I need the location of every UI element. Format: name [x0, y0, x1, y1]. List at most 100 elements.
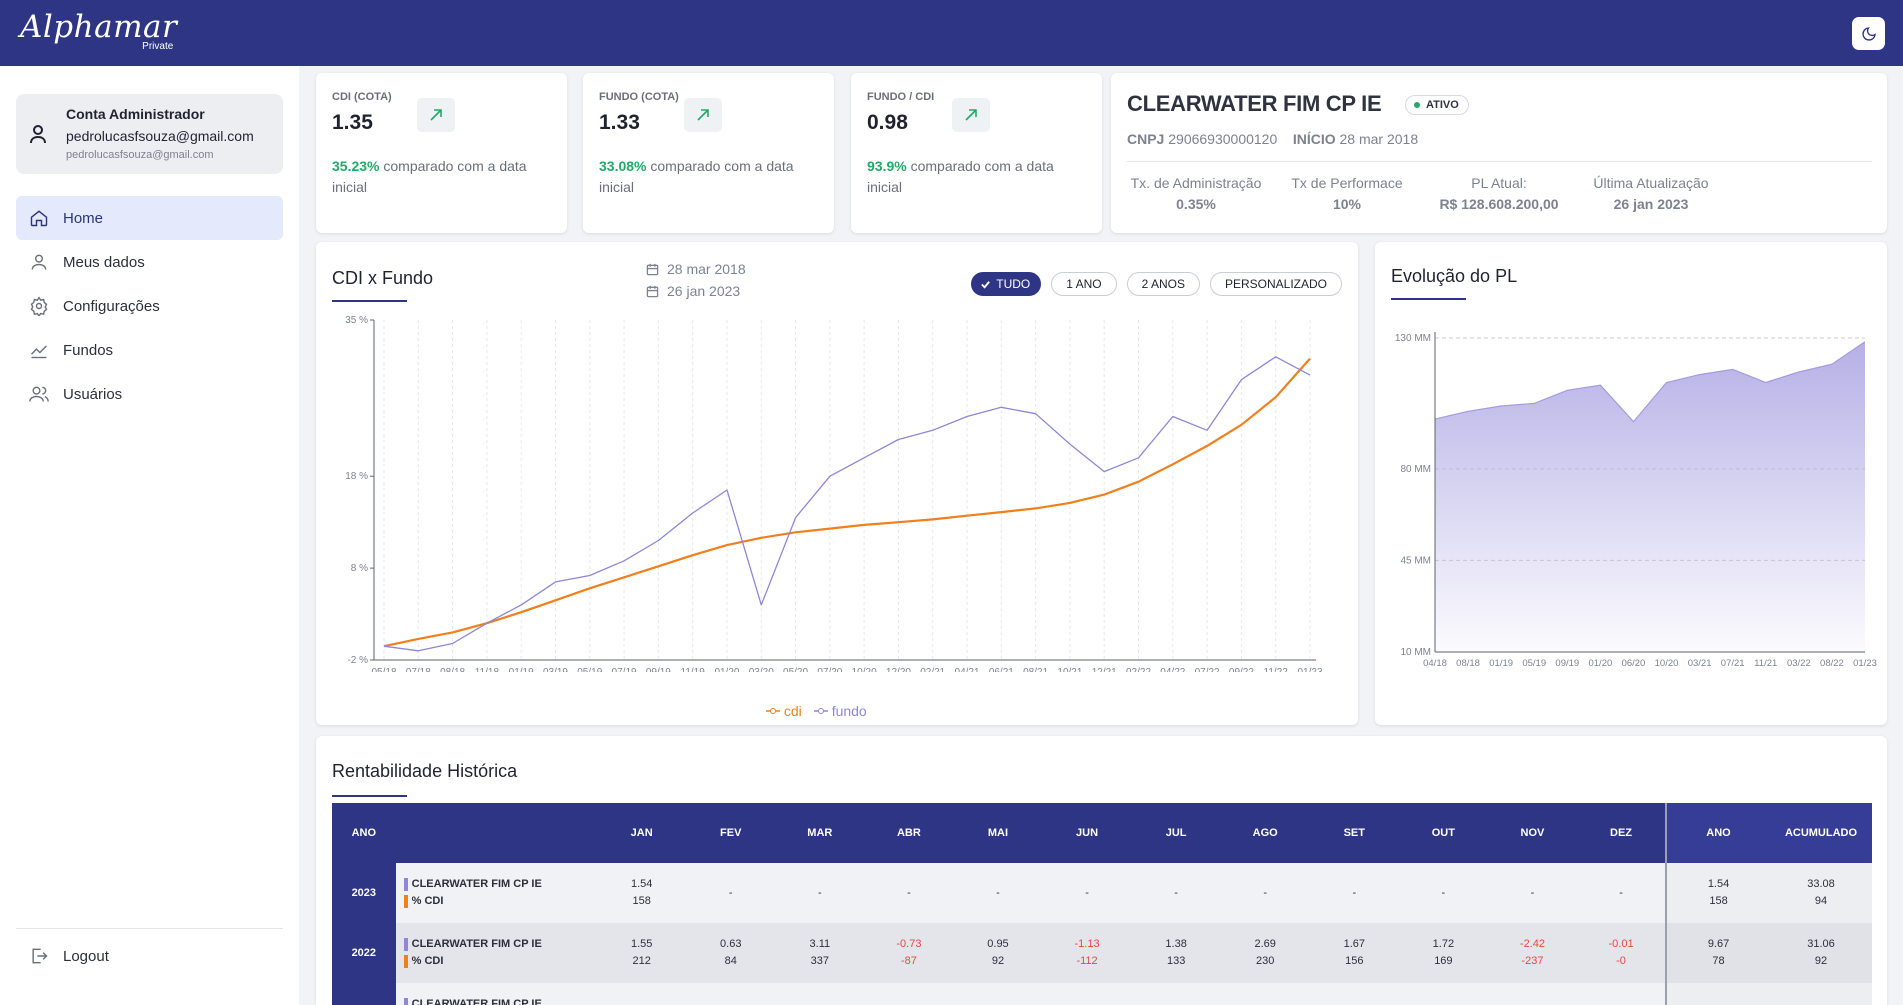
x-tick-label: 01/20: [714, 667, 739, 672]
y-tick-label: 35 %: [345, 315, 368, 326]
x-tick-label: 06/20: [1622, 658, 1646, 669]
x-tick-label: 04/22: [1160, 667, 1185, 672]
sidebar-item-home[interactable]: Home: [16, 196, 283, 240]
pl-area: [1435, 341, 1865, 652]
metric-label: Tx. de Administração: [1130, 175, 1262, 191]
month-cell: -: [1576, 863, 1667, 923]
fund-series-label: CLEARWATER FIM CP IE: [403, 936, 598, 953]
cdi-series-label: % CDI: [403, 953, 598, 970]
fund-info-card: CLEARWATER FIM CP IE ATIVO CNPJ 29066930…: [1111, 73, 1887, 233]
cnpj-value: 29066930000120: [1168, 131, 1278, 147]
fund-return: 0.63: [720, 938, 742, 950]
column-header: MAI: [953, 803, 1043, 863]
cdi-percent: -237: [1521, 955, 1544, 967]
sidebar-item-label: Configurações: [63, 297, 160, 315]
cnpj-label: CNPJ: [1127, 131, 1165, 147]
x-tick-label: 10/21: [1057, 667, 1082, 672]
x-tick-label: 05/19: [577, 667, 602, 672]
legend-line-icon: [813, 708, 828, 714]
fund-return: -: [907, 886, 911, 899]
row-year: 2021: [332, 983, 396, 1005]
table-title: Rentabilidade Histórica: [332, 761, 518, 781]
status-badge: ATIVO: [1405, 95, 1469, 115]
y-tick-label: 18 %: [345, 471, 368, 482]
month-cell: -0.49: [1487, 983, 1577, 1005]
cdi-percent: 156: [1345, 955, 1364, 967]
legend-fundo[interactable]: fundo: [813, 703, 867, 719]
stat-value: 1.35: [332, 111, 373, 134]
row-labels: CLEARWATER FIM CP IE% CDI: [395, 863, 598, 923]
x-tick-label: 05/20: [783, 667, 808, 672]
cdi-percent: -112: [1076, 955, 1098, 967]
y-tick-label: 8 %: [351, 563, 368, 574]
x-tick-label: 03/21: [1688, 658, 1712, 669]
cdi-fundo-card: CDI x Fundo 28 mar 2018 26 jan 2023 TUDO…: [316, 242, 1358, 725]
fund-return: -: [996, 886, 1000, 899]
cdi-percent: 158: [632, 895, 651, 907]
fund-return: -2.42: [1519, 938, 1545, 950]
sidebar-item-label: Usuários: [63, 385, 123, 403]
row-year: 2023: [332, 863, 396, 923]
column-header: OUT: [1398, 803, 1488, 863]
sidebar-item-usuarios[interactable]: Usuários: [16, 372, 283, 416]
cdi-percent: 230: [1256, 955, 1275, 967]
stat-label: CDI (COTA): [332, 91, 392, 103]
month-cell: 1.21: [1576, 983, 1667, 1005]
logout-button[interactable]: Logout: [29, 946, 109, 966]
month-cell: -2.60: [1398, 983, 1488, 1005]
inicio-label: INÍCIO: [1292, 131, 1336, 147]
trend-up-icon: [417, 98, 455, 132]
table-row: 2022 CLEARWATER FIM CP IE% CDI 1.55 212 0.63…: [332, 923, 1872, 983]
series-line-fundo[interactable]: [383, 356, 1311, 652]
fund-return: -0.73: [896, 938, 922, 950]
column-header: ABR: [864, 803, 954, 863]
pl-evolution-chart: 10 MM 45 MM 80 MM 130 MM 04/18 08/18 01/19 05/1…: [1395, 332, 1877, 669]
sidebar-nav: Home Meus dados Configurações Fundos Usu…: [16, 196, 283, 416]
cdi-percent: 92: [1814, 955, 1828, 967]
cdi-series-label: % CDI: [403, 893, 598, 910]
home-icon: [30, 210, 48, 227]
brand-logo[interactable]: Alphamar Private: [20, 9, 178, 52]
chart-legend: cdi fundo: [766, 703, 879, 719]
sidebar-item-configuracoes[interactable]: Configurações: [16, 284, 283, 328]
theme-toggle-button[interactable]: [1852, 17, 1885, 50]
month-cell: 1.12: [953, 983, 1043, 1005]
sidebar-item-meus-dados[interactable]: Meus dados: [16, 240, 283, 284]
fund-return: 1.55: [630, 938, 653, 950]
x-tick-label: 10/20: [852, 667, 877, 672]
x-tick-label: 03/19: [543, 667, 568, 672]
account-email-secondary: pedrolucasfsouza@gmail.com: [66, 149, 214, 161]
cdi-percent: -87: [900, 955, 917, 967]
brand-name: Alphamar: [20, 9, 178, 45]
y-tick-label: 130 MM: [1395, 333, 1431, 344]
accumulated-cell: 33.08 94: [1770, 863, 1872, 923]
fund-return: 2.69: [1254, 938, 1276, 950]
sidebar-item-label: Meus dados: [63, 253, 145, 271]
accumulated-cell: 31.06 92: [1770, 923, 1872, 983]
x-tick-label: 02/22: [1126, 667, 1151, 672]
column-header: DEZ: [1576, 803, 1667, 863]
month-cell: -: [953, 863, 1043, 923]
x-tick-label: 07/20: [817, 667, 842, 672]
legend-cdi[interactable]: cdi: [766, 703, 802, 719]
x-tick-label: 06/21: [989, 667, 1014, 672]
sidebar-item-fundos[interactable]: Fundos: [16, 328, 283, 372]
table-row: 2021CLEARWATER FIM CP IE% CDI-0.57-0.26-…: [332, 983, 1872, 1005]
month-cell: -: [1131, 863, 1221, 923]
y-tick-label: 45 MM: [1400, 555, 1431, 566]
account-card[interactable]: Conta Administrador pedrolucasfsouza@gma…: [16, 94, 283, 174]
month-cell: -: [1309, 863, 1399, 923]
fund-return: -: [1441, 886, 1446, 899]
metric-label: Última Atualização: [1593, 175, 1709, 191]
fund-series-label: CLEARWATER FIM CP IE: [403, 876, 598, 893]
month-cell: -1.13 -112: [1042, 923, 1132, 983]
column-header: JUN: [1042, 803, 1132, 863]
month-cell: 1.67 156: [1309, 923, 1399, 983]
y-tick-label: -2 %: [347, 655, 368, 666]
stat-description: 33.08% comparado com a data inicial: [599, 156, 819, 198]
sidebar-divider: [16, 928, 283, 929]
fund-return: 9.67: [1707, 938, 1730, 950]
month-cell: 1.54 158: [597, 863, 687, 923]
fund-return: 31.06: [1807, 938, 1835, 950]
metric-pl-atual: PL Atual: R$ 128.608.200,00: [1429, 175, 1569, 212]
